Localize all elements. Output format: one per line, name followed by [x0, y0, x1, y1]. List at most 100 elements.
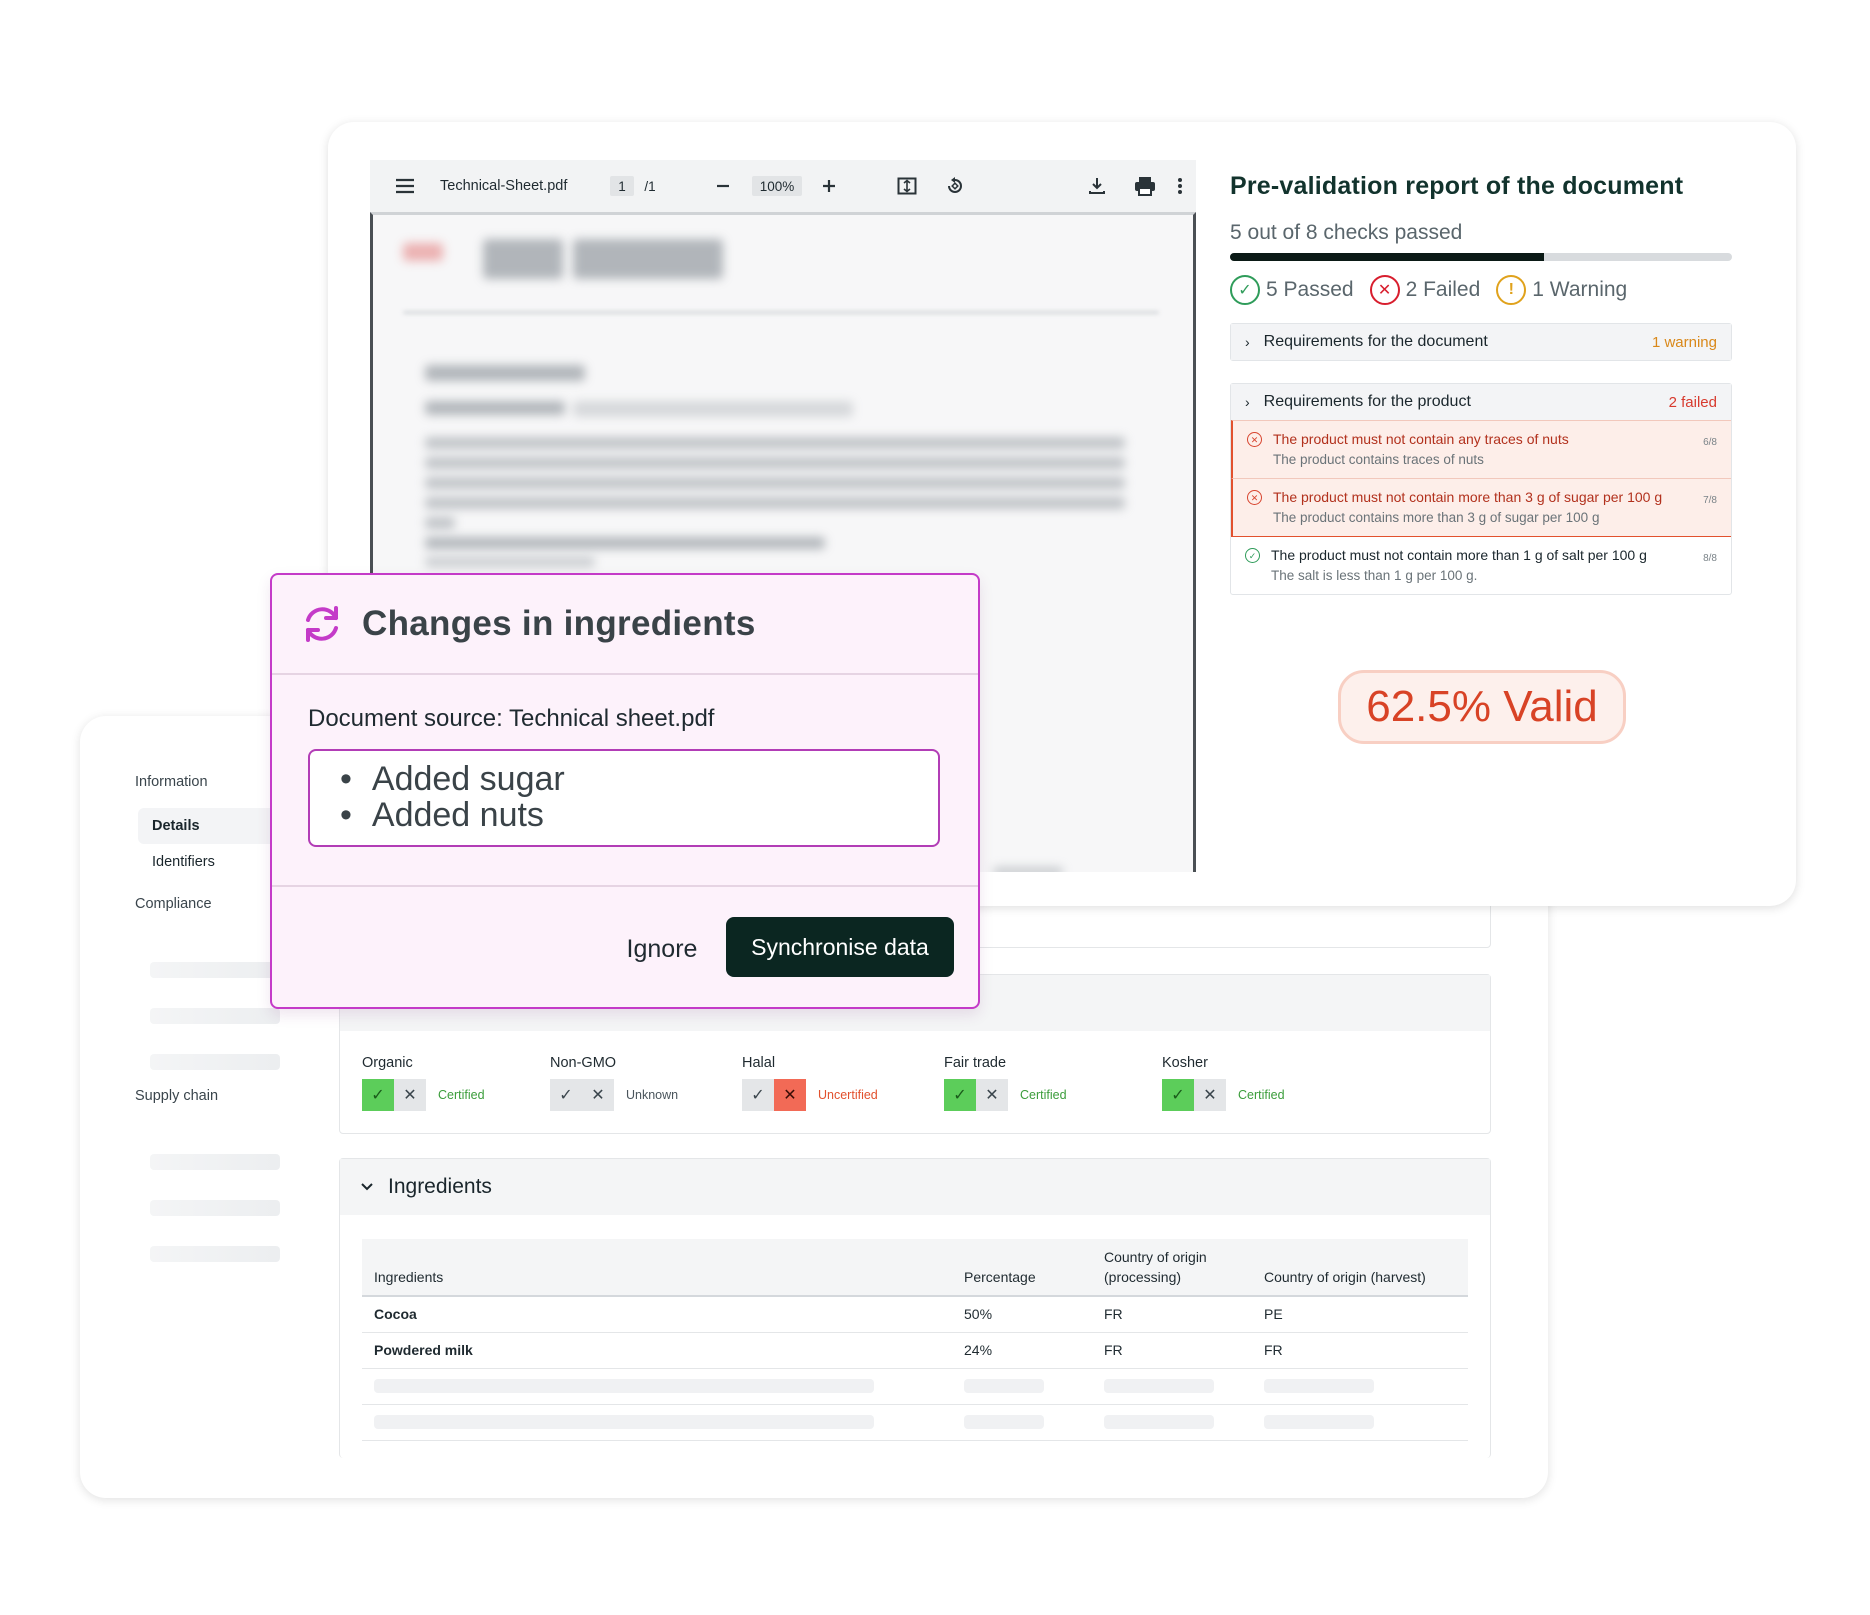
blurred-logo	[403, 243, 443, 261]
requirement-check[interactable]: ✕ The product must not contain more than…	[1231, 478, 1731, 537]
validity-score-badge: 62.5% Valid	[1338, 670, 1626, 744]
checks-summary: ✓ 5 Passed ✕ 2 Failed ! 1 Warning	[1230, 275, 1732, 305]
nav-heading-information: Information	[135, 774, 208, 790]
ingredient-origin-harvest: PE	[1252, 1296, 1468, 1333]
cert-yes-button[interactable]: ✓	[550, 1079, 582, 1111]
x-circle-icon: ✕	[1247, 432, 1262, 447]
page-total: /1	[644, 178, 656, 194]
more-options-icon[interactable]	[1170, 160, 1190, 212]
cert-no-button[interactable]: ✕	[1194, 1079, 1226, 1111]
check-detail: The product contains more than 3 g of su…	[1273, 510, 1600, 525]
summary-warning: ! 1 Warning	[1496, 275, 1627, 305]
cert-label: Organic	[362, 1055, 413, 1071]
cert-no-button[interactable]: ✕	[582, 1079, 614, 1111]
cert-halal: Halal ✓ ✕ Uncertified	[742, 1055, 878, 1111]
nav-placeholder	[150, 962, 280, 978]
cert-no-button[interactable]: ✕	[774, 1079, 806, 1111]
blurred-text	[425, 517, 455, 529]
check-detail: The product contains traces of nuts	[1273, 452, 1484, 467]
chevron-down-icon	[361, 1183, 373, 1191]
table-row: Powdered milk 24% FR FR	[362, 1332, 1468, 1369]
nav-placeholder	[150, 1200, 280, 1216]
cert-status: Unknown	[626, 1088, 679, 1102]
page-number-input[interactable]: 1	[610, 176, 634, 196]
nav-heading-compliance: Compliance	[135, 896, 212, 912]
cert-status: Uncertified	[818, 1088, 878, 1102]
checks-progress-bar	[1230, 253, 1732, 261]
product-requirements-header[interactable]: › Requirements for the product 2 failed	[1231, 384, 1731, 420]
cert-status: Certified	[438, 1088, 485, 1102]
ingredient-origin-processing: FR	[1092, 1332, 1252, 1369]
zoom-in-icon[interactable]	[814, 160, 844, 212]
rotate-icon[interactable]	[940, 160, 970, 212]
print-icon[interactable]	[1130, 160, 1160, 212]
check-detail: The salt is less than 1 g per 100 g.	[1271, 568, 1478, 583]
modal-footer: Ignore Synchronise data	[272, 887, 978, 1007]
check-circle-icon: ✓	[1245, 548, 1260, 563]
cert-yes-button[interactable]: ✓	[742, 1079, 774, 1111]
cert-label: Kosher	[1162, 1055, 1208, 1071]
table-row: Cocoa 50% FR PE	[362, 1296, 1468, 1333]
ingredients-title: Ingredients	[388, 1175, 492, 1198]
blurred-text	[425, 457, 1125, 469]
nav-placeholder	[150, 1246, 280, 1262]
cert-yes-button[interactable]: ✓	[362, 1079, 394, 1111]
document-requirements-badge: 1 warning	[1651, 333, 1717, 351]
cert-status: Certified	[1238, 1088, 1285, 1102]
product-requirements-label: Requirements for the product	[1263, 393, 1471, 410]
blurred-text	[425, 557, 595, 567]
cert-no-button[interactable]: ✕	[976, 1079, 1008, 1111]
fit-page-icon[interactable]	[892, 160, 922, 212]
cert-no-button[interactable]: ✕	[394, 1079, 426, 1111]
blurred-text	[425, 365, 585, 381]
blurred-text	[425, 497, 1125, 509]
pdf-toolbar: Technical-Sheet.pdf 1 /1 100%	[370, 160, 1196, 212]
nav-placeholder	[150, 1154, 280, 1170]
checks-progress-fill	[1230, 253, 1544, 261]
blurred-text	[993, 867, 1063, 872]
summary-warning-label: 1 Warning	[1532, 278, 1628, 301]
synchronise-data-button[interactable]: Synchronise data	[726, 917, 954, 977]
blurred-text	[573, 239, 723, 279]
report-title: Pre-validation report of the document	[1230, 172, 1684, 200]
pdf-filename: Technical-Sheet.pdf	[440, 178, 568, 194]
ingredient-origin-harvest: FR	[1252, 1332, 1468, 1369]
blurred-text	[573, 401, 853, 417]
certifications-row: Organic ✓ ✕ Certified Non-GMO ✓ ✕ Unknow…	[362, 1055, 1462, 1115]
requirement-check[interactable]: ✓ The product must not contain more than…	[1231, 537, 1731, 594]
cert-label: Non-GMO	[550, 1055, 617, 1071]
ignore-button[interactable]: Ignore	[602, 919, 722, 979]
download-icon[interactable]	[1082, 160, 1112, 212]
blurred-text	[425, 401, 565, 415]
check-count: 7/8	[1703, 495, 1717, 506]
zoom-level[interactable]: 100%	[752, 176, 802, 196]
requirement-check[interactable]: ✕ The product must not contain any trace…	[1231, 420, 1731, 478]
ingredient-percentage: 50%	[952, 1296, 1092, 1333]
ingredients-table: Ingredients Percentage Country of origin…	[362, 1239, 1468, 1441]
check-title: The product must not contain more than 3…	[1273, 489, 1663, 505]
blurred-divider	[403, 311, 1159, 314]
cert-yes-button[interactable]: ✓	[1162, 1079, 1194, 1111]
summary-passed: ✓ 5 Passed	[1230, 275, 1354, 305]
check-title: The product must not contain more than 1…	[1271, 547, 1647, 563]
zoom-out-icon[interactable]	[708, 160, 738, 212]
summary-failed: ✕ 2 Failed	[1369, 275, 1481, 305]
modal-body: Document source: Technical sheet.pdf Add…	[272, 675, 978, 887]
modal-header: Changes in ingredients	[272, 575, 978, 675]
menu-icon[interactable]	[390, 160, 420, 212]
ingredients-panel-header[interactable]: Ingredients	[340, 1159, 1490, 1215]
check-count: 8/8	[1703, 553, 1717, 564]
blurred-text	[425, 537, 825, 549]
summary-passed-label: 5 Passed	[1266, 278, 1354, 301]
cert-yes-button[interactable]: ✓	[944, 1079, 976, 1111]
check-circle-icon: ✓	[1230, 275, 1260, 305]
document-requirements-accordion: › Requirements for the document 1 warnin…	[1230, 323, 1732, 361]
cert-label: Halal	[742, 1055, 776, 1071]
summary-failed-label: 2 Failed	[1405, 278, 1481, 301]
ingredients-panel: Ingredients Ingredients Percentage Count…	[339, 1158, 1491, 1458]
cert-kosher: Kosher ✓ ✕ Certified	[1162, 1055, 1285, 1111]
validation-report: Pre-validation report of the document 5 …	[1230, 172, 1732, 595]
warning-circle-icon: !	[1496, 275, 1527, 305]
blurred-text	[425, 477, 1125, 489]
document-requirements-header[interactable]: › Requirements for the document 1 warnin…	[1231, 324, 1731, 360]
